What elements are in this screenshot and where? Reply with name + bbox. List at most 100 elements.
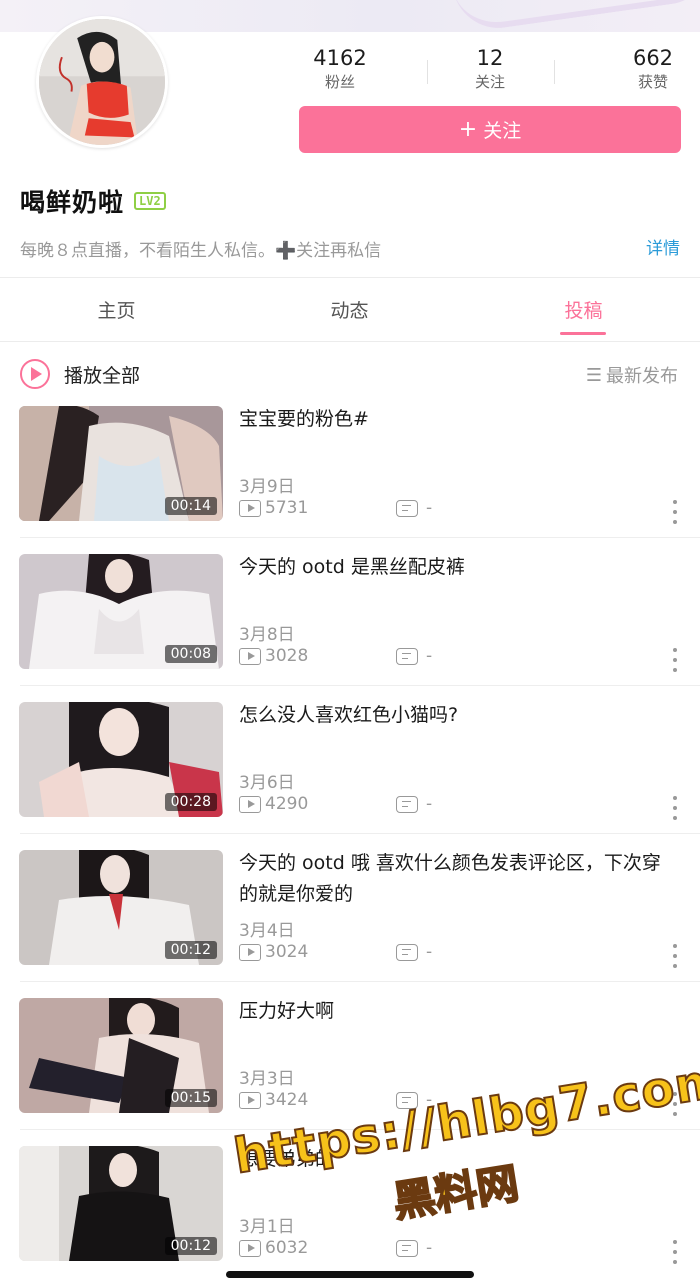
- more-options-icon[interactable]: [670, 1240, 680, 1264]
- play-count-icon: [239, 943, 261, 961]
- video-item[interactable]: 00:15 压力好大啊 3月3日 3424 -: [0, 996, 700, 1144]
- avatar[interactable]: [36, 16, 168, 148]
- stat-following-label: 关注: [474, 73, 505, 91]
- row-divider: [20, 833, 700, 834]
- username-row: 喝鲜奶啦 LV2: [20, 184, 166, 218]
- video-comment-count: -: [396, 498, 432, 518]
- comment-count-value: -: [426, 942, 433, 962]
- video-thumbnail[interactable]: 00:28: [19, 702, 223, 817]
- follow-button-label: 关注: [483, 120, 522, 142]
- row-divider: [20, 537, 700, 538]
- video-duration: 00:15: [164, 1089, 217, 1107]
- play-count-value: 3028: [265, 646, 309, 666]
- more-options-icon[interactable]: [670, 648, 680, 672]
- comment-count-value: -: [426, 1090, 433, 1110]
- play-count-icon: [239, 795, 261, 813]
- comment-icon: [396, 943, 418, 961]
- video-comment-count: -: [396, 942, 432, 962]
- username: 喝鲜奶啦: [20, 188, 125, 217]
- tab-uploads[interactable]: 投稿: [467, 296, 700, 323]
- section-divider: [0, 341, 700, 342]
- play-count-icon: [239, 499, 261, 517]
- video-duration: 00:08: [164, 645, 217, 663]
- sort-button[interactable]: ☰ 最新发布: [586, 362, 678, 388]
- video-list: 00:14 宝宝要的粉色# 3月9日 5731 - 00:08 今天的 ootd…: [0, 404, 700, 1280]
- detail-link[interactable]: 详情: [646, 234, 680, 259]
- comment-icon: [396, 1239, 418, 1257]
- follow-button[interactable]: + 关注: [299, 106, 681, 153]
- comment-icon: [396, 499, 418, 517]
- comment-icon: [396, 1091, 418, 1109]
- video-play-count: 6032: [239, 1238, 308, 1258]
- video-comment-count: -: [396, 1090, 432, 1110]
- more-options-icon[interactable]: [670, 1092, 680, 1116]
- play-count-icon: [239, 1091, 261, 1109]
- play-all-label: 播放全部: [64, 364, 141, 387]
- more-options-icon[interactable]: [670, 500, 680, 524]
- plus-icon: +: [458, 116, 478, 142]
- video-duration: 00:12: [164, 941, 217, 959]
- row-divider: [20, 981, 700, 982]
- video-item[interactable]: 00:12 想要弟弟的 3月1日 6032 -: [0, 1144, 700, 1280]
- stat-divider: [554, 60, 555, 84]
- home-indicator[interactable]: [226, 1271, 474, 1278]
- profile-tabs: 主页 动态 投稿: [0, 278, 700, 340]
- stat-following-value: 12: [476, 46, 504, 70]
- video-play-count: 3024: [239, 942, 308, 962]
- video-date: 3月6日: [239, 773, 295, 793]
- video-title[interactable]: 今天的 ootd 是黑丝配皮裤: [239, 552, 679, 583]
- video-title[interactable]: 想要弟弟的: [239, 1144, 679, 1175]
- video-thumbnail[interactable]: 00:14: [19, 406, 223, 521]
- video-date: 3月3日: [239, 1069, 295, 1089]
- sort-label: 最新发布: [606, 366, 678, 387]
- level-badge: LV2: [134, 192, 166, 210]
- stat-likes-value: 662: [632, 46, 674, 70]
- avatar-image: [39, 19, 165, 145]
- video-comment-count: -: [396, 1238, 432, 1258]
- video-date: 3月9日: [239, 477, 295, 497]
- comment-count-value: -: [426, 1238, 433, 1258]
- video-item[interactable]: 00:28 怎么没人喜欢红色小猫吗? 3月6日 4290 -: [0, 700, 700, 848]
- play-count-value: 3024: [265, 942, 309, 962]
- active-tab-indicator: [560, 332, 606, 335]
- video-title[interactable]: 压力好大啊: [239, 996, 679, 1027]
- video-item[interactable]: 00:12 今天的 ootd 哦 喜欢什么颜色发表评论区，下次穿的就是你爱的 3…: [0, 848, 700, 996]
- video-date: 3月8日: [239, 625, 295, 645]
- more-options-icon[interactable]: [670, 944, 680, 968]
- play-all-button[interactable]: 播放全部: [20, 358, 140, 390]
- video-play-count: 3028: [239, 646, 308, 666]
- video-play-count: 5731: [239, 498, 308, 518]
- comment-count-value: -: [426, 646, 433, 666]
- row-divider: [20, 685, 700, 686]
- comment-icon: [396, 647, 418, 665]
- comment-icon: [396, 795, 418, 813]
- tab-dynamics[interactable]: 动态: [233, 296, 466, 323]
- video-comment-count: -: [396, 646, 432, 666]
- stat-likes-label: 获赞: [637, 73, 668, 91]
- play-count-icon: [239, 1239, 261, 1257]
- stat-following[interactable]: 12 关注: [420, 44, 560, 92]
- video-title[interactable]: 宝宝要的粉色#: [239, 404, 679, 435]
- more-options-icon[interactable]: [670, 796, 680, 820]
- video-item[interactable]: 00:14 宝宝要的粉色# 3月9日 5731 -: [0, 404, 700, 552]
- video-thumbnail[interactable]: 00:15: [19, 998, 223, 1113]
- video-duration: 00:12: [164, 1237, 217, 1255]
- stat-fans[interactable]: 4162 粉丝: [270, 44, 410, 92]
- row-divider: [20, 1129, 700, 1130]
- play-circle-icon: [20, 359, 50, 389]
- list-icon: ☰: [585, 364, 602, 386]
- video-date: 3月1日: [239, 1217, 295, 1237]
- play-count-icon: [239, 647, 261, 665]
- video-thumbnail[interactable]: 00:08: [19, 554, 223, 669]
- stat-likes[interactable]: 662 获赞: [583, 44, 700, 92]
- video-play-count: 3424: [239, 1090, 308, 1110]
- video-play-count: 4290: [239, 794, 308, 814]
- play-count-value: 4290: [265, 794, 309, 814]
- stat-fans-label: 粉丝: [324, 73, 355, 91]
- video-title[interactable]: 怎么没人喜欢红色小猫吗?: [239, 700, 679, 731]
- tab-home[interactable]: 主页: [0, 296, 233, 323]
- video-item[interactable]: 00:08 今天的 ootd 是黑丝配皮裤 3月8日 3028 -: [0, 552, 700, 700]
- video-title[interactable]: 今天的 ootd 哦 喜欢什么颜色发表评论区，下次穿的就是你爱的: [239, 848, 679, 910]
- video-thumbnail[interactable]: 00:12: [19, 1146, 223, 1261]
- video-thumbnail[interactable]: 00:12: [19, 850, 223, 965]
